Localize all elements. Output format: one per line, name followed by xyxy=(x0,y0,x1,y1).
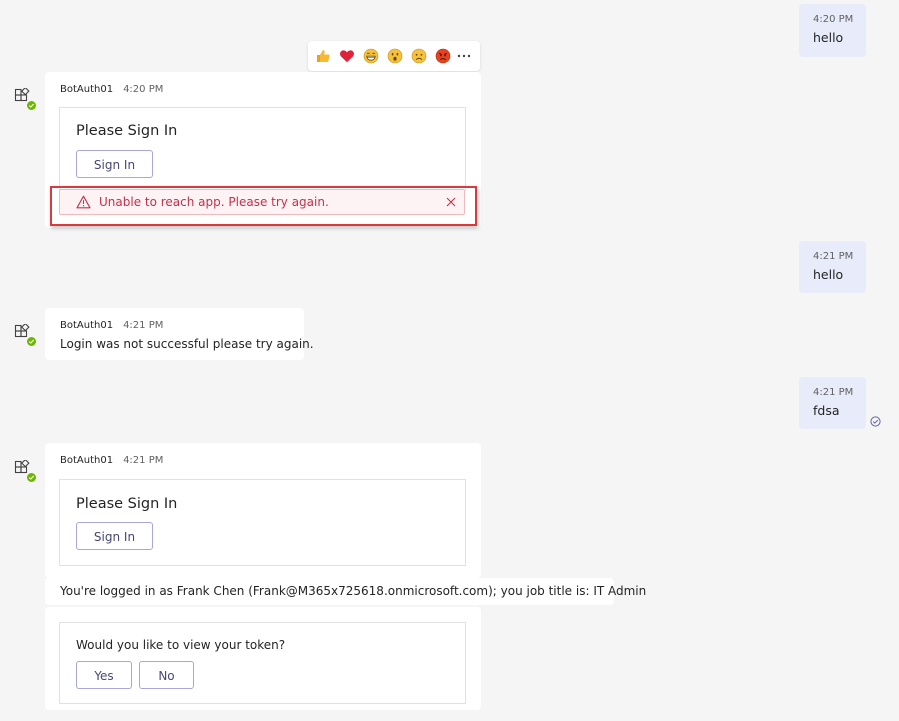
angry-icon[interactable] xyxy=(435,48,451,64)
sign-in-button[interactable]: Sign In xyxy=(76,522,153,550)
message-timestamp: 4:21 PM xyxy=(123,455,164,466)
my-message[interactable]: 4:21 PM hello xyxy=(799,241,866,293)
like-icon[interactable] xyxy=(315,48,331,64)
message-text: hello xyxy=(813,267,844,282)
message-header: BotAuth01 4:20 PM xyxy=(60,83,163,97)
message-timestamp: 4:20 PM xyxy=(813,14,854,25)
message-text: hello xyxy=(813,30,844,45)
surprised-icon[interactable] xyxy=(387,48,403,64)
bot-avatar[interactable] xyxy=(14,88,37,111)
card-title: Please Sign In xyxy=(76,123,178,139)
bot-avatar[interactable] xyxy=(14,324,37,347)
my-message[interactable]: 4:20 PM hello xyxy=(799,4,866,57)
presence-available-icon xyxy=(26,100,37,111)
sign-in-card: Please Sign In Sign In xyxy=(59,107,466,191)
more-options-icon[interactable] xyxy=(456,48,472,64)
sad-icon[interactable] xyxy=(411,48,427,64)
sign-in-button[interactable]: Sign In xyxy=(76,150,153,178)
message-text: fdsa xyxy=(813,403,840,418)
sender-name: BotAuth01 xyxy=(60,320,114,331)
presence-available-icon xyxy=(26,472,37,483)
sender-name: BotAuth01 xyxy=(60,84,114,95)
bot-avatar[interactable] xyxy=(14,460,37,483)
card-title: Please Sign In xyxy=(76,496,178,512)
message-timestamp: 4:20 PM xyxy=(123,84,164,95)
sent-status-icon xyxy=(870,416,881,427)
laugh-icon[interactable] xyxy=(363,48,379,64)
question-text: Would you like to view your token? xyxy=(76,638,286,652)
error-highlight-frame xyxy=(50,186,477,226)
reaction-bar xyxy=(308,41,480,71)
message-timestamp: 4:21 PM xyxy=(813,251,854,262)
token-question-card: Would you like to view your token? Yes N… xyxy=(59,622,466,704)
message-text: Login was not successful please try agai… xyxy=(60,337,314,351)
sign-in-card: Please Sign In Sign In xyxy=(59,479,466,566)
no-button[interactable]: No xyxy=(139,661,194,689)
presence-available-icon xyxy=(26,336,37,347)
message-header: BotAuth01 4:21 PM xyxy=(60,454,163,468)
message-text: You're logged in as Frank Chen (Frank@M3… xyxy=(60,584,647,598)
my-message[interactable]: 4:21 PM fdsa xyxy=(799,377,866,429)
bot-message-info[interactable]: You're logged in as Frank Chen (Frank@M3… xyxy=(45,578,646,605)
yes-button[interactable]: Yes xyxy=(76,661,132,689)
message-timestamp: 4:21 PM xyxy=(123,320,164,331)
message-header: BotAuth01 4:21 PM xyxy=(60,319,163,333)
bot-message[interactable]: BotAuth01 4:21 PM Login was not successfu… xyxy=(45,308,314,360)
sender-name: BotAuth01 xyxy=(60,455,114,466)
heart-icon[interactable] xyxy=(339,48,355,64)
message-timestamp: 4:21 PM xyxy=(813,387,854,398)
